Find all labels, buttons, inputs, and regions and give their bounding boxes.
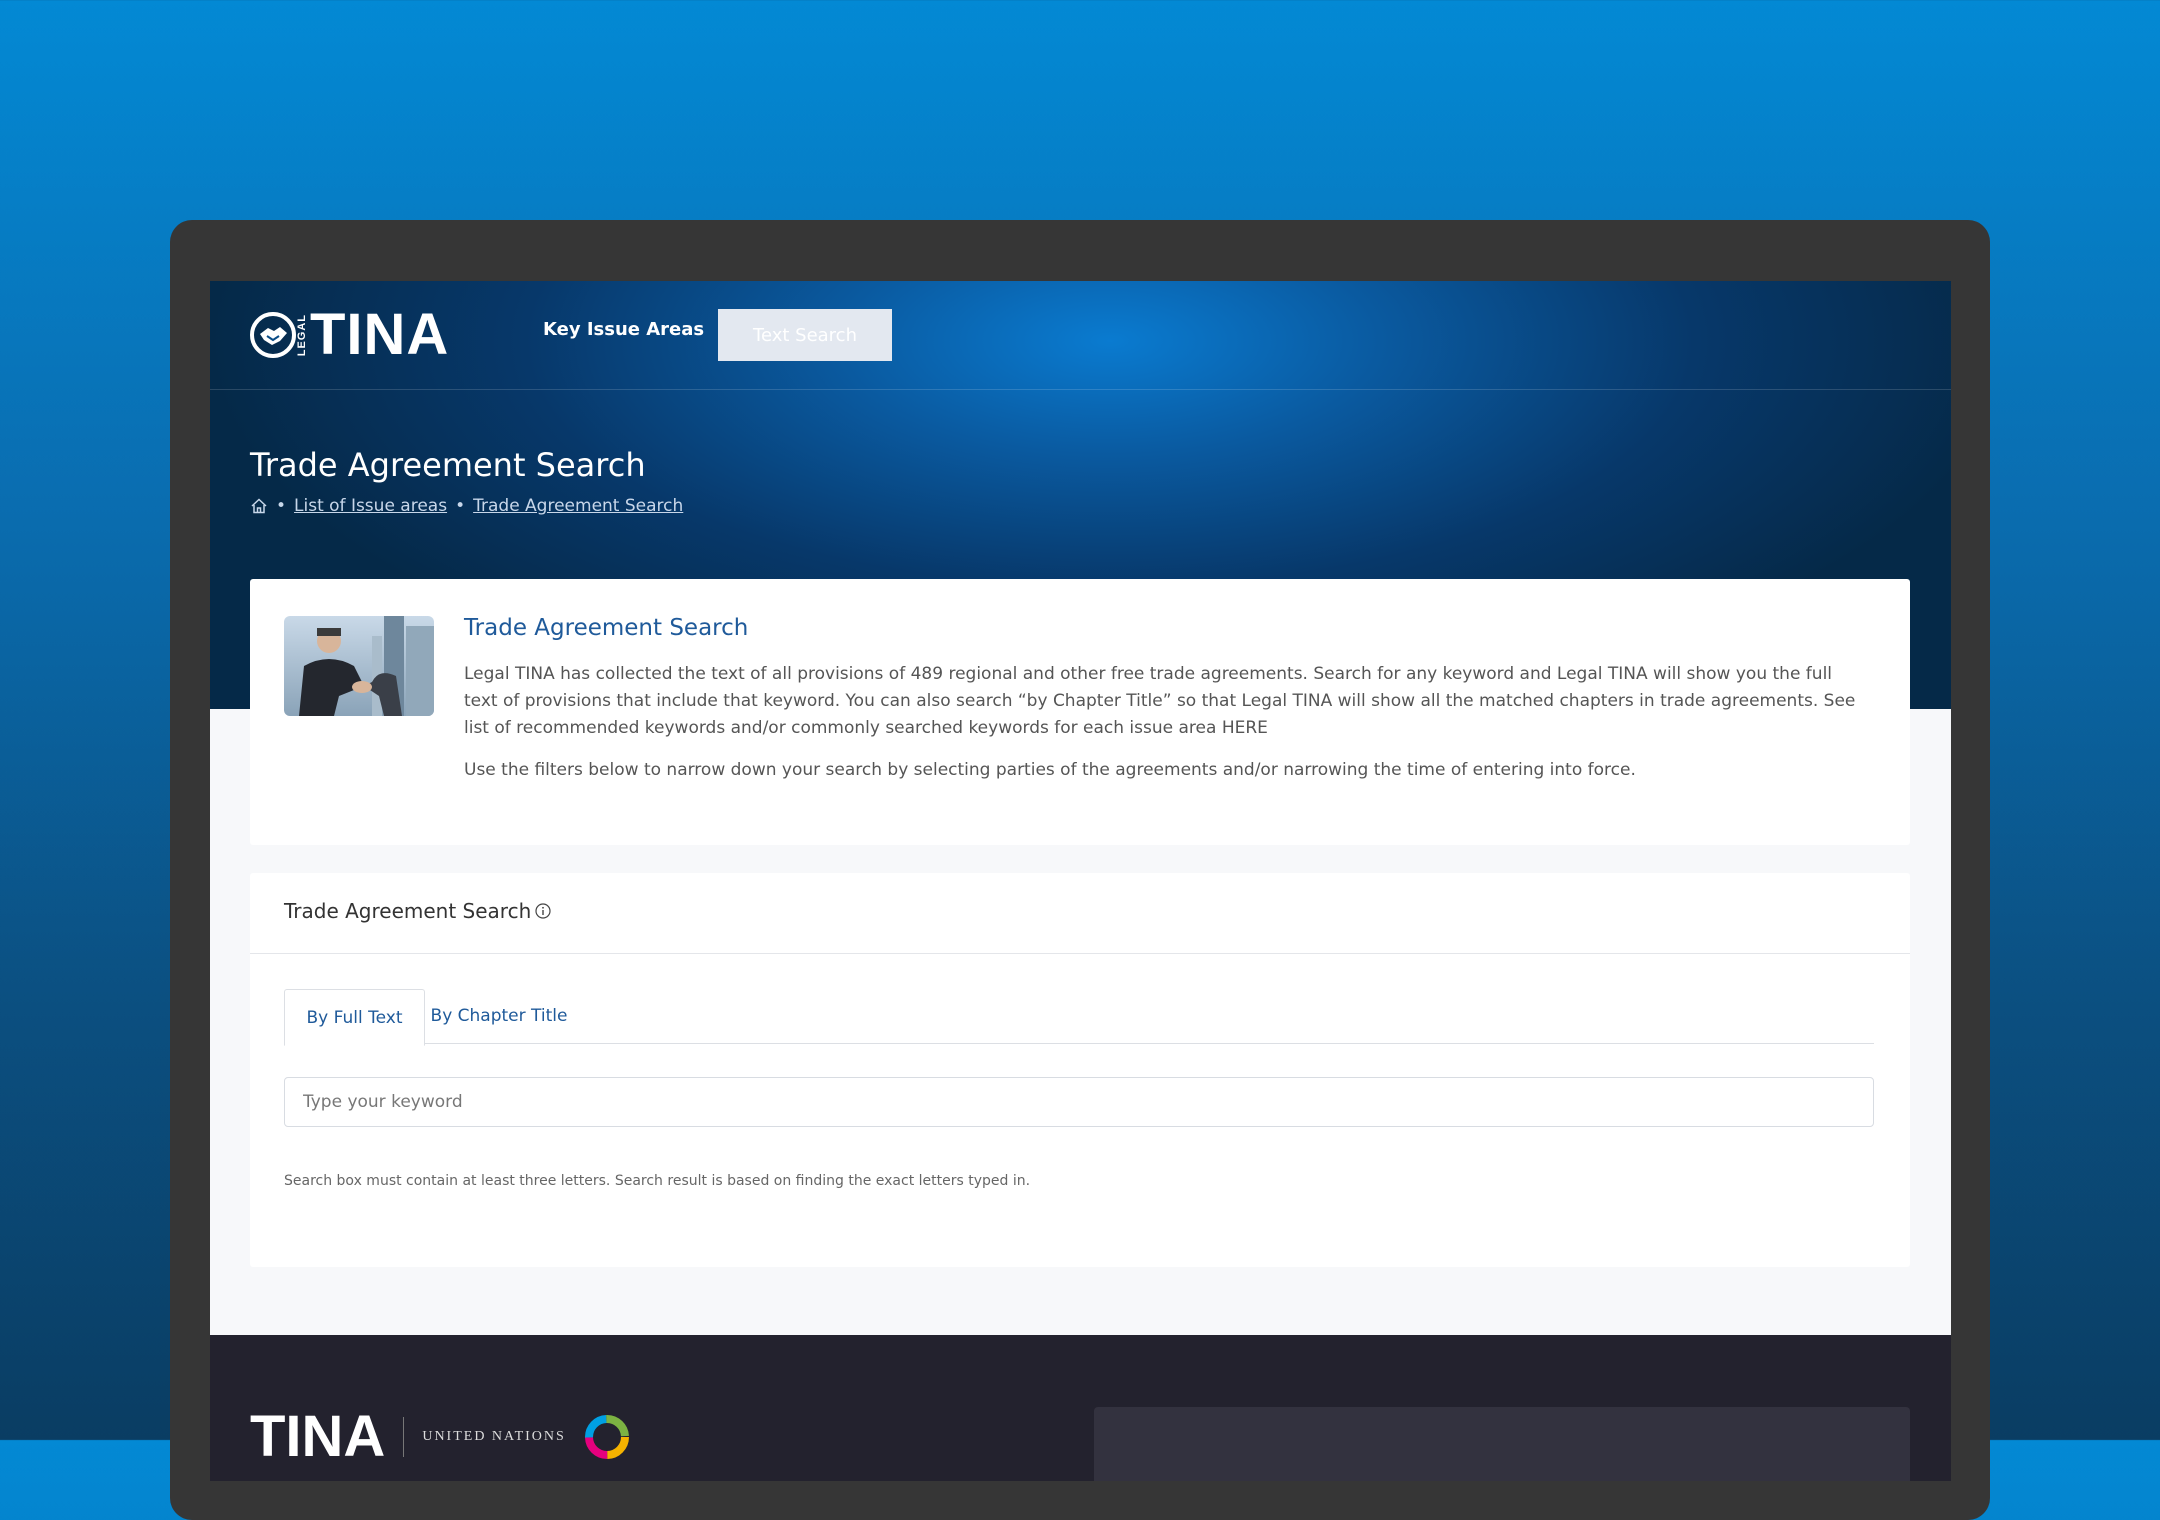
- partner-logo-icon: [584, 1415, 629, 1459]
- search-card-title: Trade Agreement Search: [284, 899, 532, 923]
- search-card: Trade Agreement Search By Full Text By C…: [250, 873, 1910, 1267]
- tina-logo[interactable]: LEGAL TINA: [250, 302, 450, 367]
- footer: TINA UNITED NATIONS: [210, 1335, 1951, 1481]
- info-icon[interactable]: [535, 903, 551, 919]
- tab-by-chapter-title[interactable]: By Chapter Title: [424, 989, 574, 1043]
- keyword-search-input[interactable]: [284, 1077, 1874, 1127]
- intro-card: Trade Agreement Search Legal TINA has co…: [250, 579, 1910, 845]
- footer-tina-logo: TINA: [250, 1404, 386, 1469]
- search-card-title-wrap: Trade Agreement Search: [284, 899, 551, 923]
- intro-description: Legal TINA has collected the text of all…: [464, 664, 1856, 738]
- intro-filter-note: Use the filters below to narrow down you…: [464, 760, 1636, 780]
- un-logo-text: UNITED NATIONS: [422, 1429, 566, 1444]
- search-hint: Search box must contain at least three l…: [284, 1173, 1031, 1189]
- nav-text-search[interactable]: Text Search: [718, 309, 892, 361]
- footer-logos: TINA UNITED NATIONS: [250, 1404, 630, 1469]
- handshake-emblem-icon: [250, 312, 296, 358]
- tab-by-full-text[interactable]: By Full Text: [284, 989, 425, 1046]
- search-card-header: Trade Agreement Search: [250, 873, 1910, 954]
- logo-legal-text: LEGAL: [296, 313, 308, 357]
- intro-title: Trade Agreement Search: [464, 615, 749, 641]
- top-navigation-bar: LEGAL TINA Key Issue Areas Text Search: [210, 281, 1951, 390]
- browser-screen: LEGAL TINA Key Issue Areas Text Search T…: [210, 281, 1951, 1481]
- search-tabs: By Full Text By Chapter Title: [284, 989, 1874, 1046]
- breadcrumb-issue-areas[interactable]: List of Issue areas: [294, 496, 447, 516]
- breadcrumb-trade-agreement-search[interactable]: Trade Agreement Search: [473, 496, 683, 516]
- breadcrumb-separator: •: [455, 496, 466, 516]
- breadcrumb-separator: •: [276, 496, 287, 516]
- footer-divider: [403, 1417, 405, 1457]
- footer-panel: [1094, 1407, 1910, 1481]
- breadcrumb: • List of Issue areas • Trade Agreement …: [250, 496, 683, 516]
- logo-text: TINA: [310, 302, 450, 367]
- page-title: Trade Agreement Search: [250, 446, 646, 484]
- handshake-photo: [284, 616, 434, 716]
- home-icon[interactable]: [250, 497, 268, 515]
- nav-key-issue-areas[interactable]: Key Issue Areas: [543, 319, 704, 340]
